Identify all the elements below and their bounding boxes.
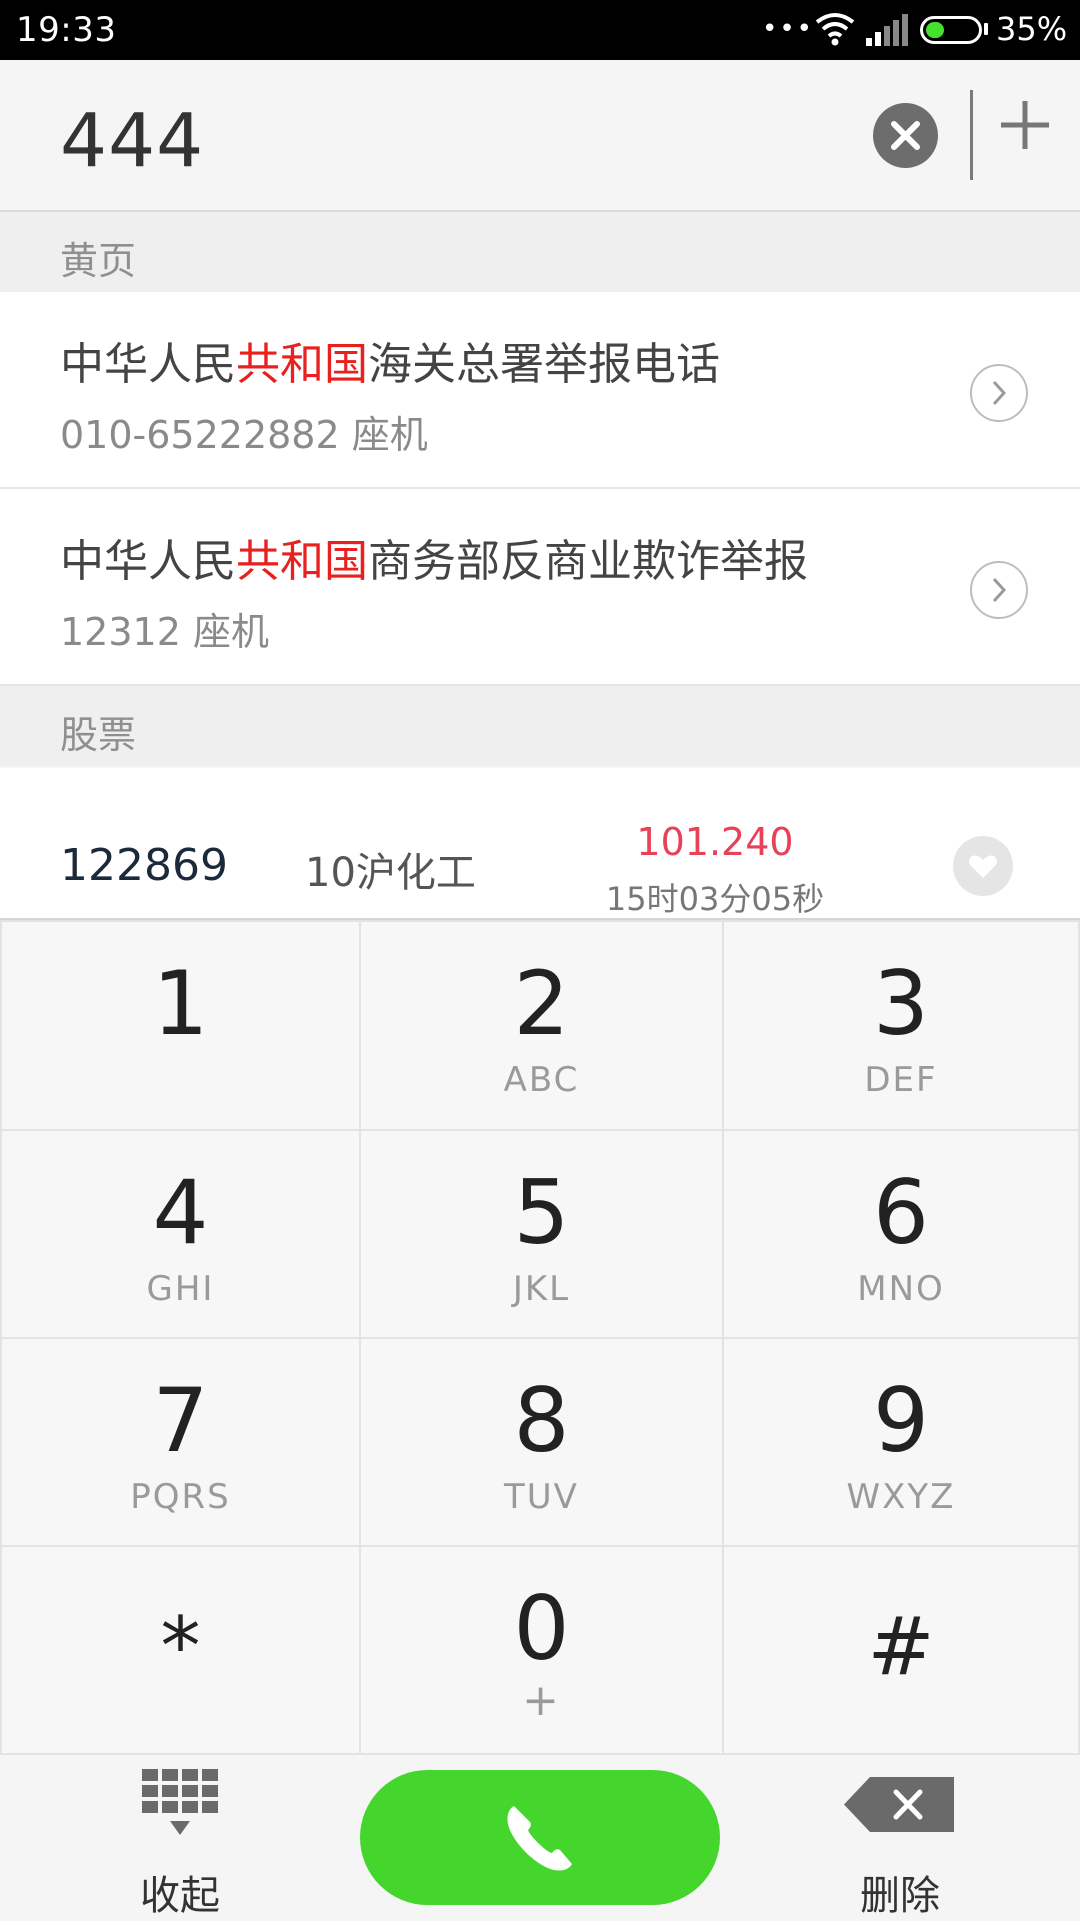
key-letters: ABC [503, 1060, 580, 1100]
stock-row[interactable]: 122869 10沪化工 101.240 15时03分05秒 [0, 768, 1080, 918]
key-5[interactable]: 5 JKL [361, 1131, 722, 1337]
key-3[interactable]: 3 DEF [724, 922, 1078, 1129]
call-button[interactable] [360, 1770, 720, 1905]
listing-title: 中华人民共和国商务部反商业欺诈举报 [60, 536, 808, 587]
battery-icon [920, 16, 982, 44]
section-label: 股票 [60, 713, 137, 757]
key-digit: # [867, 1600, 935, 1693]
listing-number: 12312 座机 [60, 610, 269, 654]
add-icon [1001, 101, 1049, 149]
more-dots-icon: ••• [762, 14, 815, 44]
details-button[interactable] [970, 561, 1028, 619]
key-7[interactable]: 7 PQRS [2, 1339, 359, 1545]
section-header-yellow-pages: 黄页 [0, 212, 1080, 292]
stock-price: 101.240 [636, 820, 794, 864]
dial-keypad: 1 2 ABC 3 DEF 4 GHI 5 JKL 6 MNO 7 PQRS 8 TUV 9 WXYZ * 0 + # [0, 918, 1080, 1757]
key-letters: JKL [512, 1269, 571, 1309]
key-letters: PQRS [130, 1477, 231, 1517]
key-digit: * [160, 1600, 201, 1693]
dialed-number-field[interactable]: 444 [60, 98, 204, 184]
delete-label: 删除 [860, 1873, 940, 1919]
key-digit: 4 [152, 1161, 209, 1264]
wifi-icon [815, 13, 855, 46]
status-time: 19:33 [16, 10, 117, 50]
key-letters: GHI [146, 1269, 215, 1309]
add-contact-button[interactable] [995, 95, 1055, 155]
clear-button[interactable] [873, 103, 938, 168]
key-digit: 2 [513, 952, 570, 1055]
key-letters: MNO [857, 1269, 945, 1309]
key-digit: 9 [873, 1369, 929, 1472]
match-highlight: 共和国 [236, 536, 368, 587]
bottom-bar: 收起 删除 [0, 1755, 1080, 1920]
clear-icon [891, 121, 920, 150]
key-8[interactable]: 8 TUV [361, 1339, 722, 1545]
key-letters: WXYZ [846, 1477, 956, 1517]
key-0[interactable]: 0 + [361, 1547, 722, 1753]
key-digit: 3 [873, 952, 929, 1055]
key-9[interactable]: 9 WXYZ [724, 1339, 1078, 1545]
details-button[interactable] [970, 364, 1028, 422]
dialpad-icon [142, 1769, 218, 1835]
key-1[interactable]: 1 [2, 922, 359, 1129]
signal-icon [866, 14, 908, 46]
favorite-button[interactable] [953, 836, 1013, 896]
key-letters: TUV [504, 1477, 579, 1517]
battery-percent: 35% [996, 10, 1068, 48]
listing-number: 010-65222882 座机 [60, 413, 428, 457]
key-letters: + [522, 1675, 561, 1726]
match-highlight: 共和国 [236, 339, 368, 390]
heart-icon [969, 855, 997, 878]
key-6[interactable]: 6 MNO [724, 1131, 1078, 1337]
key-digit: 7 [152, 1369, 209, 1472]
key-digit: 1 [152, 952, 209, 1055]
listing-title: 中华人民共和国海关总署举报电话 [60, 339, 720, 390]
chevron-right-icon [992, 577, 1007, 603]
collapse-label: 收起 [140, 1873, 220, 1919]
collapse-button[interactable]: 收起 [110, 1755, 250, 1920]
chevron-right-icon [992, 380, 1007, 406]
key-4[interactable]: 4 GHI [2, 1131, 359, 1337]
stock-time: 15时03分05秒 [605, 880, 825, 918]
status-bar: 19:33 ••• 35% [0, 0, 1080, 60]
key-digit: 5 [513, 1161, 570, 1264]
listing-item[interactable]: 中华人民共和国海关总署举报电话 010-65222882 座机 [0, 292, 1080, 489]
dial-header: 444 [0, 60, 1080, 212]
key-2[interactable]: 2 ABC [361, 922, 722, 1129]
battery-level-fill [926, 22, 944, 38]
section-label: 黄页 [60, 239, 137, 283]
key-star[interactable]: * [2, 1547, 359, 1753]
key-digit: 8 [513, 1369, 570, 1472]
delete-button[interactable]: 删除 [820, 1755, 980, 1920]
key-letters: DEF [864, 1060, 938, 1100]
phone-icon [507, 1806, 572, 1871]
key-digit: 6 [873, 1161, 929, 1264]
key-digit: 0 [513, 1577, 570, 1680]
header-divider [970, 90, 973, 180]
battery-tip [984, 23, 988, 35]
listing-item[interactable]: 中华人民共和国商务部反商业欺诈举报 12312 座机 [0, 489, 1080, 686]
section-header-stocks: 股票 [0, 686, 1080, 766]
backspace-icon [844, 1777, 954, 1832]
key-hash[interactable]: # [724, 1547, 1078, 1753]
